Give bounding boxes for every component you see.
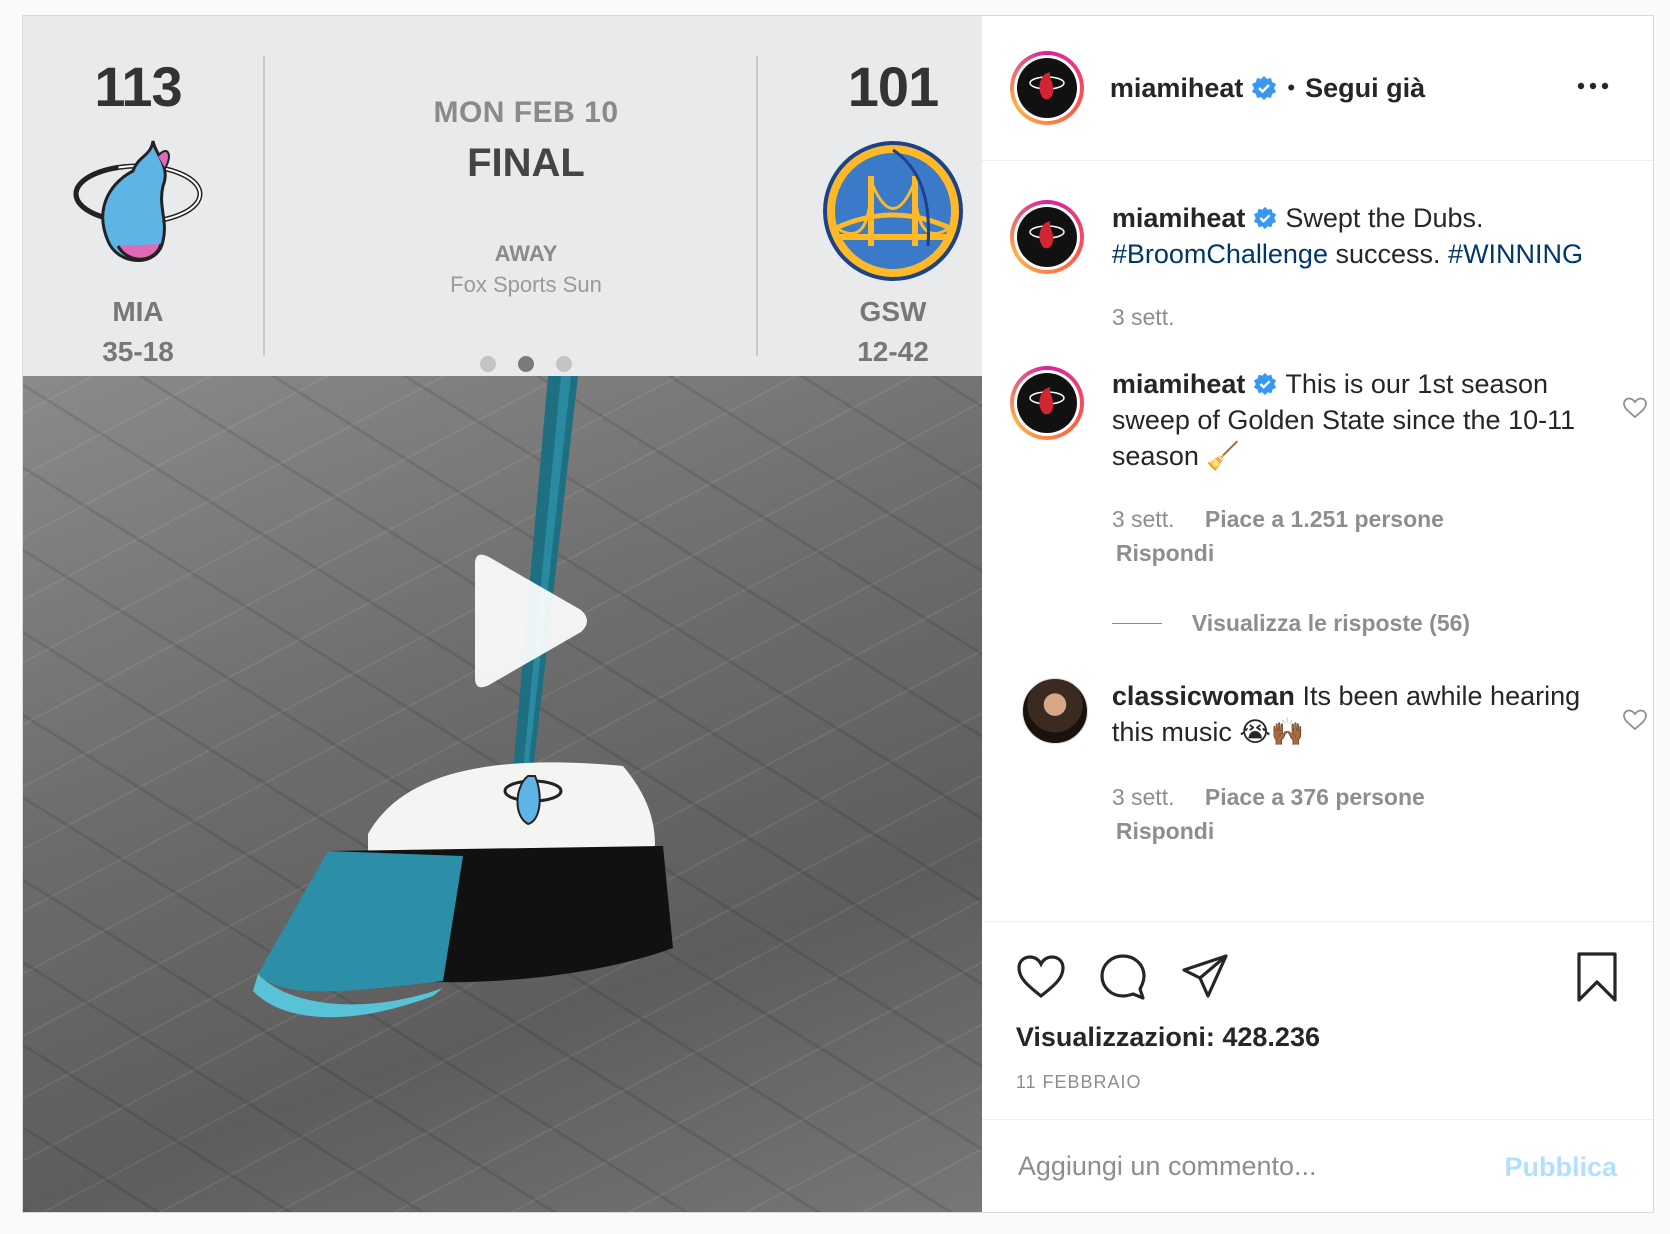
- verified-badge-icon: [1252, 76, 1277, 100]
- view-replies-button[interactable]: Visualizza le risposte (56): [1111, 610, 1471, 637]
- header-separator: •: [1287, 75, 1296, 100]
- carousel-dots: [281, 356, 771, 372]
- reply-button[interactable]: Rispondi: [1116, 540, 1214, 567]
- comment-time[interactable]: 3 sett.: [1112, 506, 1175, 532]
- caption: miamiheat Swept the Dubs. #BroomChallenge…: [1009, 200, 1630, 340]
- game-broadcaster: Fox Sports Sun: [450, 272, 602, 297]
- play-icon[interactable]: [463, 546, 593, 696]
- view-replies-label: Visualizza le risposte (56): [1191, 610, 1471, 636]
- post-date[interactable]: 11 FEBBRAIO: [1016, 1072, 1142, 1093]
- comment-item: miamiheat This is our 1st season sweep of…: [1009, 366, 1647, 646]
- avatar[interactable]: [1009, 200, 1084, 274]
- avatar-border: [1013, 204, 1080, 270]
- comment-username[interactable]: classicwoman: [1112, 681, 1295, 711]
- heart-icon[interactable]: [1014, 950, 1068, 1004]
- game-info: MON FEB 10 FINAL AWAY Fox Sports Sun: [281, 16, 771, 376]
- comment-meta: 3 sett. Piace a 1.251 persone: [1112, 506, 1444, 533]
- verified-badge-icon: [1254, 206, 1277, 229]
- golden-state-warriors-logo: [823, 141, 963, 281]
- divider: [263, 56, 265, 356]
- comment-username[interactable]: miamiheat: [1112, 369, 1246, 399]
- comment-likes[interactable]: Piace a 376 persone: [1205, 784, 1425, 810]
- scoreboard-graphic: 113 MIA 35-18 MON FEB 10 FINAL AWAY Fox …: [23, 16, 982, 376]
- game-date: MON FEB 10: [433, 96, 619, 129]
- avatar[interactable]: [1009, 51, 1084, 125]
- comment-like-icon[interactable]: [1622, 396, 1648, 420]
- away-abbr: GSW: [859, 296, 927, 327]
- publish-button[interactable]: Pubblica: [1504, 1152, 1617, 1183]
- comment-input[interactable]: [1017, 1142, 1478, 1190]
- avatar-border: [1013, 370, 1080, 436]
- header-username[interactable]: miamiheat: [1110, 73, 1244, 104]
- away-team: 101 GSW 12-42: [778, 16, 982, 376]
- follow-button[interactable]: Segui già: [1305, 73, 1425, 104]
- away-record: 12-42: [857, 336, 929, 367]
- home-team: 113 MIA 35-18: [23, 16, 253, 376]
- carousel-dot[interactable]: [556, 356, 572, 372]
- post-header: miamiheat • Segui già: [981, 16, 1653, 161]
- caption-text-part: Swept the Dubs.: [1285, 203, 1484, 233]
- post-sidebar: miamiheat • Segui già miamiheat Swept th…: [981, 16, 1653, 1212]
- miami-heat-avatar-icon: [1016, 58, 1077, 118]
- hashtag-link[interactable]: #BroomChallenge: [1112, 239, 1328, 269]
- avatar-border: [1013, 55, 1080, 121]
- avatar[interactable]: [1021, 678, 1088, 744]
- more-options-icon[interactable]: [1573, 74, 1613, 98]
- broom-image: [253, 376, 673, 1018]
- home-abbr: MIA: [112, 296, 164, 327]
- comment-like-icon[interactable]: [1622, 708, 1648, 732]
- home-record: 35-18: [102, 336, 174, 367]
- hashtag-link[interactable]: #WINNING: [1448, 239, 1583, 269]
- share-icon[interactable]: [1178, 950, 1232, 1004]
- game-status: FINAL: [467, 141, 585, 185]
- home-score: 113: [94, 55, 182, 118]
- miami-heat-avatar-icon: [1016, 207, 1077, 267]
- comment-meta: 3 sett. Piace a 376 persone: [1112, 784, 1425, 811]
- caption-text-part: success.: [1335, 239, 1441, 269]
- divider: [756, 56, 758, 356]
- comment-text: miamiheat This is our 1st season sweep of…: [1112, 366, 1592, 474]
- verified-badge-icon: [1254, 372, 1277, 395]
- away-score: 101: [847, 55, 939, 118]
- instagram-post: 113 MIA 35-18 MON FEB 10 FINAL AWAY Fox …: [22, 15, 1654, 1213]
- comments-list[interactable]: miamiheat Swept the Dubs. #BroomChallenge…: [982, 162, 1653, 922]
- comment-likes[interactable]: Piace a 1.251 persone: [1205, 506, 1444, 532]
- caption-username[interactable]: miamiheat: [1112, 203, 1246, 233]
- miami-heat-avatar-icon: [1016, 373, 1077, 433]
- comment-text: classicwoman Its been awhile hearing thi…: [1112, 678, 1592, 750]
- divider: [1111, 623, 1162, 624]
- caption-text: miamiheat Swept the Dubs. #BroomChallenge…: [1112, 200, 1592, 272]
- miami-heat-logo: [73, 140, 203, 262]
- comment-item: classicwoman Its been awhile hearing thi…: [1010, 678, 1647, 878]
- comment-icon[interactable]: [1096, 950, 1150, 1004]
- carousel-dot[interactable]: [518, 356, 534, 372]
- add-comment-bar: Pubblica: [981, 1119, 1653, 1212]
- post-media[interactable]: 113 MIA 35-18 MON FEB 10 FINAL AWAY Fox …: [23, 16, 982, 1212]
- caption-meta: 3 sett.: [1112, 304, 1199, 331]
- bookmark-icon[interactable]: [1570, 950, 1624, 1004]
- comment-time[interactable]: 3 sett.: [1112, 784, 1175, 810]
- caption-time[interactable]: 3 sett.: [1112, 304, 1175, 330]
- action-bar: Visualizzazioni: 428.236 11 FEBBRAIO: [981, 921, 1653, 1119]
- reply-button[interactable]: Rispondi: [1116, 818, 1214, 845]
- carousel-dot[interactable]: [480, 356, 496, 372]
- view-count[interactable]: Visualizzazioni: 428.236: [1016, 1022, 1320, 1053]
- game-location: AWAY: [494, 241, 558, 266]
- avatar[interactable]: [1009, 366, 1084, 440]
